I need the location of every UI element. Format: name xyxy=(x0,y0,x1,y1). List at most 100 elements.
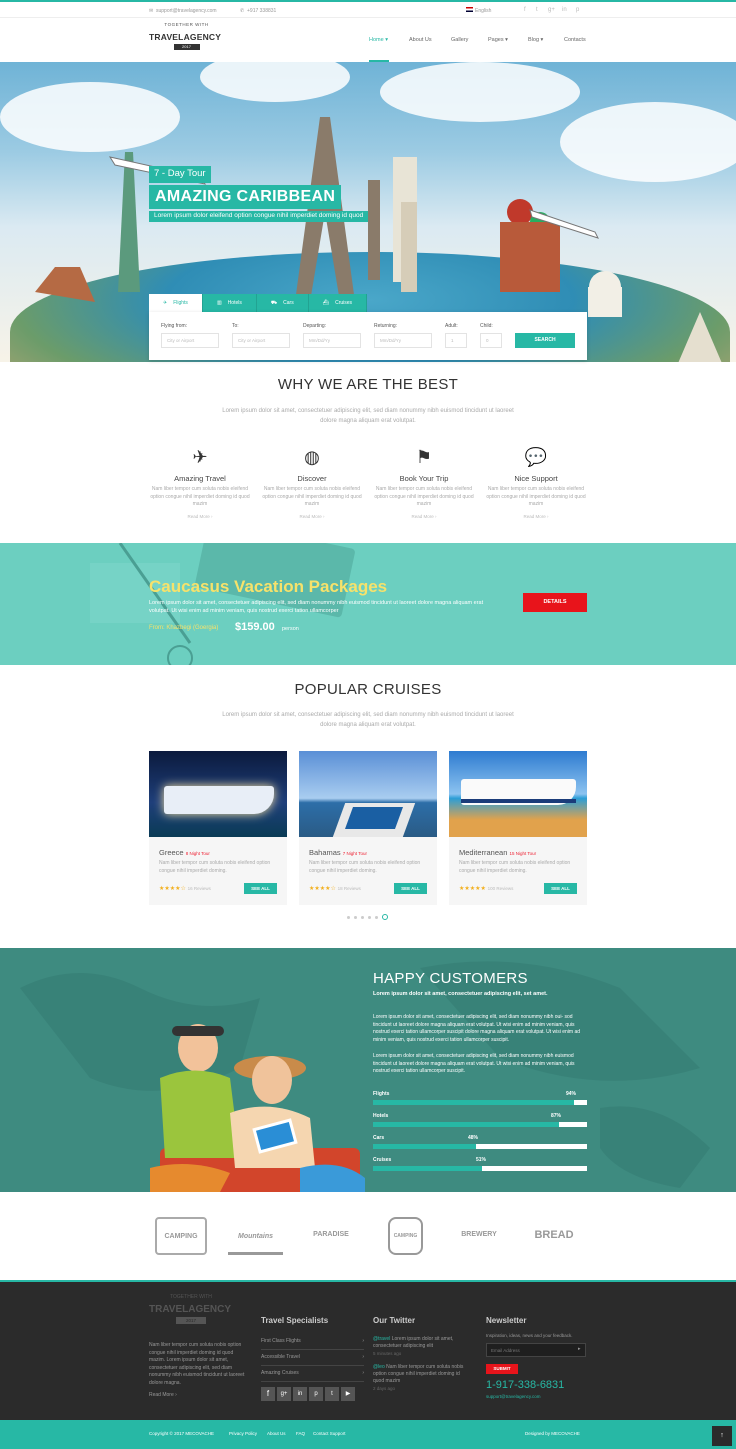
to-input[interactable]: City or Airport xyxy=(232,333,290,348)
carousel-dot[interactable] xyxy=(375,915,378,919)
details-button[interactable]: DETAILS xyxy=(523,593,587,612)
tab-flights[interactable]: ✈ Flights xyxy=(149,294,203,312)
language-select[interactable]: English xyxy=(475,8,491,14)
carousel-dot-active[interactable] xyxy=(382,914,388,920)
tab-cars[interactable]: ⛟ Cars xyxy=(256,294,309,312)
read-more-link[interactable]: Read More › xyxy=(150,514,250,519)
bar-pct-hotels: 87% xyxy=(551,1113,562,1119)
carousel-dot[interactable] xyxy=(354,915,357,919)
link-contact-support[interactable]: Contact Support xyxy=(313,1431,346,1436)
why-text: Lorem ipsum dolor sit amet, consectetuer… xyxy=(222,408,514,424)
carousel-dot[interactable] xyxy=(361,915,364,919)
progress-fill xyxy=(373,1144,476,1149)
cruise-card-mediterranean[interactable]: Mediterranean 15 Night Tour Nam liber te… xyxy=(449,751,587,905)
newsletter-email-input[interactable]: Email Address xyxy=(486,1343,586,1357)
from-label: Flying from: xyxy=(161,323,188,329)
from-input[interactable]: City or Airport xyxy=(161,333,219,348)
feature-text: Nam liber tempor cum soluta nobis eleife… xyxy=(150,486,250,507)
rating-stars: ★★★★☆ 16 Reviews xyxy=(159,885,211,892)
adult-select[interactable]: 1 xyxy=(445,333,467,348)
tweet-user[interactable]: @travel xyxy=(373,1336,390,1342)
cruise-card-greece[interactable]: Greece 8 Night Tour Nam liber tempor cum… xyxy=(149,751,287,905)
subscribe-button[interactable]: SUBMIT xyxy=(486,1364,518,1374)
promo-from: From: Khazbegi (Goergia) xyxy=(149,625,219,631)
happy-title: HAPPY CUSTOMERS xyxy=(373,970,528,987)
progress-fill xyxy=(373,1122,560,1127)
rating-stars: ★★★★☆ 18 Reviews xyxy=(309,885,361,892)
nav-about[interactable]: About Us xyxy=(409,37,432,43)
nav-gallery[interactable]: Gallery xyxy=(451,37,468,43)
footer-link-cruises[interactable]: Amazing Cruises › xyxy=(261,1366,364,1382)
hero-tag: 7 - Day Tour xyxy=(149,166,211,183)
partner-logo-paradise[interactable]: PARADISE xyxy=(310,1217,352,1255)
see-all-button[interactable]: SEE ALL xyxy=(394,883,427,894)
pinterest-icon[interactable]: p xyxy=(576,7,579,13)
see-all-button[interactable]: SEE ALL xyxy=(544,883,577,894)
chevron-right-icon: › xyxy=(362,1370,364,1376)
top-email[interactable]: support@travelagency.com xyxy=(156,8,217,14)
footer-col3-title: Our Twitter xyxy=(373,1316,416,1325)
cruise-desc: Nam liber tempor cum soluta nobis eleife… xyxy=(309,860,421,874)
carousel-dot[interactable] xyxy=(368,915,371,919)
happy-lead: Lorem ipsum dolor sit amet, consectetuer… xyxy=(373,991,548,997)
child-select[interactable]: 0 xyxy=(480,333,502,348)
star-icons: ★★★★★ xyxy=(459,886,486,892)
link-privacy[interactable]: Privacy Policy xyxy=(229,1431,257,1436)
footer-email[interactable]: support@travelagency.com xyxy=(486,1394,541,1399)
partner-logo-mountains[interactable]: Mountains xyxy=(228,1217,283,1255)
read-more-link[interactable]: Read More › xyxy=(262,514,362,519)
googleplus-icon[interactable]: g+ xyxy=(277,1387,291,1401)
carousel-dot[interactable] xyxy=(347,915,350,919)
progress-bar-cruises xyxy=(373,1166,587,1171)
facebook-icon[interactable]: f xyxy=(261,1387,275,1401)
partner-logo-bread[interactable]: BREAD xyxy=(528,1217,580,1255)
linkedin-icon[interactable]: in xyxy=(562,7,567,13)
cruise-card-bahamas[interactable]: Bahamas 7 Night Tour Nam liber tempor cu… xyxy=(299,751,437,905)
promo-banner: Caucasus Vacation Packages Lorem ipsum d… xyxy=(0,543,736,665)
tweet-user[interactable]: @leo xyxy=(373,1364,385,1370)
nav-contacts[interactable]: Contacts xyxy=(564,37,586,43)
depart-input[interactable]: Mm/Dd/Yy xyxy=(303,333,361,348)
see-all-button[interactable]: SEE ALL xyxy=(244,883,277,894)
feature-amazing-travel: ✈ Amazing Travel Nam liber tempor cum so… xyxy=(150,444,250,519)
feature-nice-support: 💬 Nice Support Nam liber tempor cum solu… xyxy=(486,444,586,519)
copyright-bar: Copyright © 2017 MECOVACHE Privacy Polic… xyxy=(0,1420,736,1449)
read-more-link[interactable]: Read More › xyxy=(374,514,474,519)
child-label: Child: xyxy=(480,323,493,329)
cruises-text: Lorem ipsum dolor sit amet, consectetuer… xyxy=(222,712,514,728)
brand-logo[interactable]: TOGETHER WITH TRAVELAGENCY 2017 xyxy=(149,22,224,50)
read-more-link[interactable]: Read More › xyxy=(486,514,586,519)
googleplus-icon[interactable]: g+ xyxy=(548,7,555,13)
twitter-icon[interactable]: t xyxy=(325,1387,339,1401)
depart-label: Departing: xyxy=(303,323,327,329)
nav-blog[interactable]: Blog ▾ xyxy=(528,37,543,43)
partner-logo-camping[interactable]: CAMPING xyxy=(155,1217,207,1255)
footer-link-flights[interactable]: First Class Flights › xyxy=(261,1334,364,1350)
tab-cruises[interactable]: ⛴ Cruises xyxy=(308,294,368,312)
footer-logo[interactable]: TOGETHER WITH TRAVELAGENCY 2017 xyxy=(149,1294,233,1324)
facebook-icon[interactable]: f xyxy=(524,7,526,13)
tab-hotels[interactable]: ▥ Hotels xyxy=(202,294,257,312)
feature-discover: ◍ Discover Nam liber tempor cum soluta n… xyxy=(262,444,362,519)
return-input[interactable]: Mm/Dd/Yy xyxy=(374,333,432,348)
main-nav: TOGETHER WITH TRAVELAGENCY 2017 Home ▾ A… xyxy=(0,18,736,62)
partner-logo-camping-2[interactable]: CAMPING xyxy=(388,1217,423,1255)
partner-logo-brewery[interactable]: BREWERY xyxy=(449,1217,509,1255)
footer-social: f g+ in p t ▶ xyxy=(261,1387,355,1401)
footer-phone: 1-917-338-6831 xyxy=(486,1379,565,1391)
footer-link-accessible[interactable]: Accessible Travel › xyxy=(261,1350,364,1366)
linkedin-icon[interactable]: in xyxy=(293,1387,307,1401)
link-about[interactable]: About Us xyxy=(267,1431,286,1436)
pinterest-icon[interactable]: p xyxy=(309,1387,323,1401)
footer-read-more[interactable]: Read More › xyxy=(149,1392,177,1398)
link-faq[interactable]: FAQ xyxy=(296,1431,305,1436)
nav-pages[interactable]: Pages ▾ xyxy=(488,37,508,43)
youtube-icon[interactable]: ▶ xyxy=(341,1387,355,1401)
twitter-icon[interactable]: t xyxy=(536,7,538,13)
search-button[interactable]: SEARCH xyxy=(515,333,575,348)
feature-text: Nam liber tempor cum soluta nobis eleife… xyxy=(374,486,474,507)
send-arrow-icon[interactable]: ▸ xyxy=(578,1346,581,1352)
nav-home[interactable]: Home ▾ xyxy=(369,37,388,43)
back-to-top-button[interactable]: ↑ xyxy=(712,1426,732,1446)
progress-bar-cars xyxy=(373,1144,587,1149)
